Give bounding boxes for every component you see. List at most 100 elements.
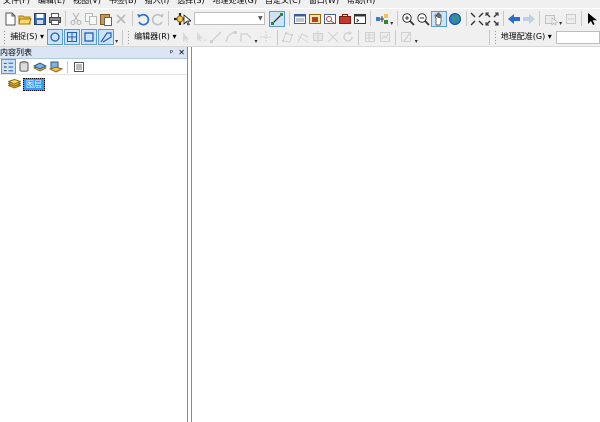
separator [488,29,490,45]
reshape-feature-icon[interactable] [296,29,310,45]
sketch-properties-icon[interactable] [378,29,392,45]
options-icon[interactable] [72,59,87,74]
separator [502,11,504,26]
toc-toolbar [0,59,187,75]
table-of-contents-window-icon[interactable] [293,11,307,27]
clear-selection-icon[interactable] [564,11,578,27]
list-by-source-icon[interactable] [17,59,32,74]
snapping-label: 捕捉(S) [10,32,38,41]
forward-arrow-icon[interactable] [522,11,536,27]
end-point-arc-icon[interactable] [224,29,238,45]
standard-toolbar: ▼ ▾ ▾ [0,9,600,28]
split-tool-icon[interactable] [326,29,340,45]
menu-insert[interactable]: 插入(I) [142,0,175,8]
point-snapping-icon[interactable] [46,29,63,45]
full-extent-globe-icon[interactable] [448,11,462,27]
map-display[interactable] [191,47,600,422]
separator [276,29,278,45]
select-features-icon[interactable] [544,11,558,27]
scale-combobox[interactable]: ▼ [193,12,266,25]
toolbar-overflow-chevron-icon[interactable]: ▾ [114,29,119,45]
copy-icon[interactable] [84,11,98,27]
editor-menu-button[interactable]: 编辑器(R) ▾ [132,29,178,45]
back-arrow-icon[interactable] [507,11,521,27]
cut-polygons-icon[interactable] [311,29,325,45]
arctoolbox-icon[interactable] [338,11,352,27]
toolbar-overflow-chevron-icon[interactable]: ▾ [389,11,394,27]
menu-edit[interactable]: 编辑(E) [35,0,70,8]
georeferencing-menu-button[interactable]: 地理配准(G) ▾ [499,29,554,45]
menu-bookmarks[interactable]: 书签(B) [106,0,142,8]
layers-stack-icon [8,78,21,90]
vertex-snapping-icon[interactable] [63,29,80,45]
rotate-tool-icon[interactable] [341,29,355,45]
layer-tree: 图层 [0,75,187,91]
edit-tool-icon[interactable] [179,29,193,45]
fixed-zoom-out-icon[interactable] [485,11,499,27]
edit-vertices-icon[interactable] [281,29,295,45]
separator [465,11,467,26]
georeferencing-layer-combobox[interactable] [555,30,600,44]
edge-snapping-icon[interactable] [80,29,97,45]
menu-geoprocessing[interactable]: 地理处理(G) [210,0,262,8]
end-snapping-icon[interactable] [97,29,114,45]
menu-help[interactable]: 帮助(H) [344,0,380,8]
menu-windows[interactable]: 窗口(W) [306,0,344,8]
data-frame-row[interactable]: 图层 [8,77,187,91]
separator [67,60,68,73]
fixed-zoom-in-icon[interactable] [470,11,484,27]
list-by-selection-icon[interactable] [49,59,64,74]
toc-title-bar: 内容列表 ᵖ ✕ [0,47,187,59]
editor-toolbar-toggle-icon[interactable] [269,10,286,27]
zoom-in-icon[interactable] [401,11,416,27]
separator [370,11,372,26]
toolbar-grip[interactable] [3,30,6,44]
toolbar-grip[interactable] [493,30,496,44]
save-icon[interactable] [33,11,47,27]
close-icon[interactable]: ✕ [178,47,185,59]
open-folder-icon[interactable] [17,11,32,27]
snapping-menu-button[interactable]: 捕捉(S) ▾ [8,29,46,45]
separator [288,11,290,26]
separator [395,29,396,45]
new-document-icon[interactable] [3,11,17,27]
trace-icon[interactable] [239,29,253,45]
separator [581,11,582,26]
separator [397,11,398,26]
menu-view[interactable]: 视图(V) [70,0,106,8]
table-of-contents-panel: 内容列表 ᵖ ✕ 图层 [0,47,188,422]
list-by-drawing-order-icon[interactable] [0,59,16,74]
select-elements-arrow-icon[interactable] [585,11,599,27]
data-frame-label[interactable]: 图层 [23,77,45,91]
redo-icon[interactable] [151,11,165,27]
menu-selection[interactable]: 选择(S) [174,0,209,8]
chevron-down-icon[interactable]: ▼ [256,13,264,24]
edit-annotation-icon[interactable] [194,29,208,45]
delete-icon[interactable] [114,11,128,27]
catalog-window-icon[interactable] [308,11,322,27]
toolbar-overflow-chevron-icon[interactable]: ▾ [414,29,419,45]
list-by-visibility-icon[interactable] [33,59,48,74]
separator [65,11,66,26]
zoom-out-icon[interactable] [416,11,431,27]
search-window-icon[interactable] [323,11,337,27]
menu-file[interactable]: 文件(F) [0,0,35,8]
attributes-icon[interactable] [363,29,377,45]
python-window-icon[interactable] [353,11,367,27]
editor-label: 编辑器(R) [134,32,170,41]
pin-icon[interactable]: ᵖ [170,47,173,59]
point-construct-icon[interactable] [259,29,273,45]
menu-customize[interactable]: 自定义(C) [262,0,306,8]
paste-icon[interactable] [99,11,113,27]
pan-hand-icon[interactable] [431,10,448,27]
georeferencing-label: 地理配准(G) [500,32,546,41]
cut-icon[interactable] [69,11,83,27]
undo-icon[interactable] [136,11,150,27]
create-features-icon[interactable] [399,29,413,45]
chevron-down-icon[interactable]: ▾ [558,11,563,27]
chevron-down-icon[interactable]: ▾ [253,29,258,45]
modelbuilder-icon[interactable] [375,11,389,27]
toolbar-grip[interactable] [126,30,130,44]
print-icon[interactable] [48,11,62,27]
straight-segment-icon[interactable] [209,29,223,45]
